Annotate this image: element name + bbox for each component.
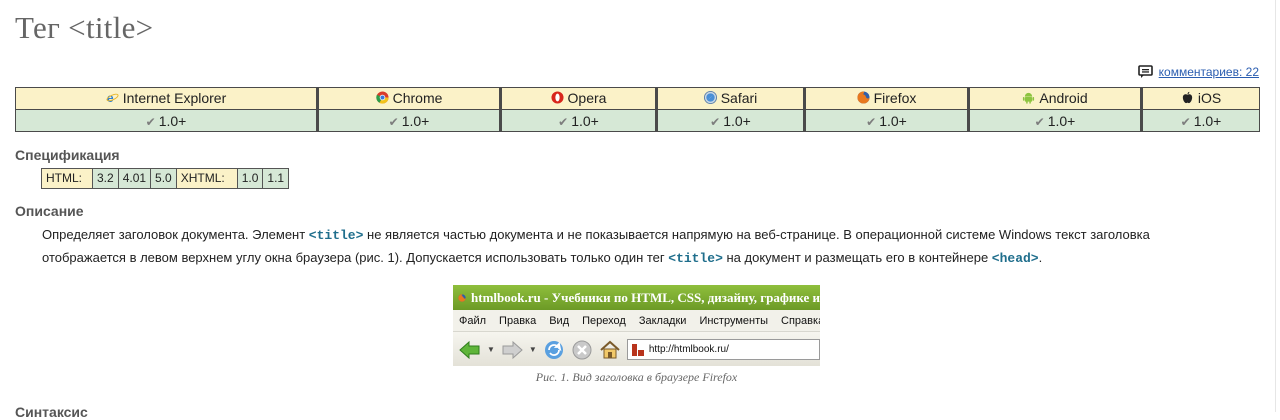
address-url: http://htmlbook.ru/ bbox=[648, 344, 729, 355]
check-icon: ✔ bbox=[388, 114, 399, 129]
spec-table: HTML: 3.2 4.01 5.0 XHTML: 1.0 1.1 bbox=[41, 168, 290, 189]
description-text: Определяет заголовок документа. Элемент bbox=[42, 227, 309, 242]
browser-name: Opera bbox=[567, 89, 607, 106]
firefox-icon bbox=[458, 293, 466, 302]
browser-name: Chrome bbox=[392, 89, 443, 106]
check-icon: ✔ bbox=[1034, 114, 1045, 129]
version-text: 1.0+ bbox=[401, 112, 430, 129]
browser-name: iOS bbox=[1197, 89, 1222, 106]
version-cell: ✔ 1.0+ bbox=[1141, 110, 1260, 132]
browser-cell-android: Android bbox=[968, 87, 1141, 110]
internet-explorer-icon: e bbox=[106, 91, 119, 104]
code-head-tag: <head> bbox=[991, 251, 1039, 266]
browser-cell-ios: iOS bbox=[1141, 87, 1260, 110]
check-icon: ✔ bbox=[1180, 114, 1191, 129]
version-text: 1.0+ bbox=[879, 112, 907, 129]
browser-name: Internet Explorer bbox=[122, 89, 227, 106]
menu-tools: Инструменты bbox=[699, 314, 769, 327]
description-heading: Описание bbox=[15, 203, 84, 219]
browser-name: Android bbox=[1039, 89, 1088, 106]
version-text: 1.0+ bbox=[1047, 112, 1076, 129]
apple-icon bbox=[1182, 92, 1192, 104]
page-title: Тег <title> bbox=[15, 10, 154, 45]
code-title-tag: <title> bbox=[308, 228, 364, 243]
figure-caption: Рис. 1. Вид заголовка в браузере Firefox bbox=[535, 370, 738, 384]
spec-xhtml-version: 1.1 bbox=[262, 168, 290, 189]
version-text: 1.0+ bbox=[723, 112, 751, 129]
description-text: на документ и размещать его в контейнере bbox=[722, 250, 992, 265]
browser-version-row: ✔ 1.0+ ✔ 1.0+ ✔ 1.0+ ✔ 1.0+ ✔ 1.0+ ✔ 1.0+ ✔ 1.0… bbox=[15, 110, 1260, 132]
spec-html-version: 3.2 bbox=[92, 168, 119, 189]
firefox-toolbar: ▼ ▼ http://htmlbook.ru/ bbox=[453, 332, 820, 366]
right-border-line bbox=[1275, 0, 1276, 412]
browser-name-row: e Internet Explorer Chrome Opera Safari … bbox=[15, 87, 1260, 110]
version-cell: ✔ 1.0+ bbox=[500, 110, 656, 132]
check-icon: ✔ bbox=[558, 114, 569, 129]
site-favicon bbox=[631, 343, 644, 356]
version-cell: ✔ 1.0+ bbox=[317, 110, 500, 132]
browser-name: Safari bbox=[720, 89, 758, 106]
browser-support-table: e Internet Explorer Chrome Opera Safari … bbox=[15, 87, 1260, 132]
version-text: 1.0+ bbox=[158, 112, 187, 129]
comment-icon bbox=[1137, 65, 1153, 78]
address-bar: http://htmlbook.ru/ bbox=[626, 339, 820, 360]
back-arrow-icon bbox=[459, 339, 481, 361]
comments-link-group[interactable]: комментариев: 22 bbox=[1137, 65, 1259, 79]
reload-icon bbox=[543, 339, 565, 361]
spec-xhtml-label: XHTML: bbox=[175, 168, 238, 189]
chrome-icon bbox=[375, 91, 389, 104]
browser-cell-opera: Opera bbox=[500, 87, 656, 110]
dropdown-arrow-icon: ▼ bbox=[487, 345, 495, 354]
browser-name: Firefox bbox=[873, 89, 917, 106]
firefox-title-bar: htmlbook.ru - Учебники по HTML, CSS, диз… bbox=[453, 285, 820, 310]
browser-cell-internet-explorer: e Internet Explorer bbox=[15, 87, 317, 110]
dropdown-arrow-icon: ▼ bbox=[528, 345, 537, 354]
firefox-screenshot-figure: htmlbook.ru - Учебники по HTML, CSS, диз… bbox=[453, 285, 820, 366]
stop-icon bbox=[571, 339, 593, 361]
home-icon bbox=[599, 339, 621, 361]
spec-html-version: 5.0 bbox=[150, 168, 177, 189]
browser-cell-firefox: Firefox bbox=[804, 87, 968, 110]
browser-cell-chrome: Chrome bbox=[317, 87, 500, 110]
check-icon: ✔ bbox=[710, 114, 721, 129]
menu-help: Справка bbox=[781, 314, 820, 327]
description-text: . bbox=[1038, 250, 1043, 265]
spec-heading: Спецификация bbox=[15, 147, 120, 163]
spec-xhtml-version: 1.0 bbox=[236, 168, 264, 189]
forward-arrow-icon bbox=[501, 339, 523, 361]
code-title-tag: <title> bbox=[668, 251, 723, 266]
spec-html-label: HTML: bbox=[41, 168, 93, 189]
firefox-icon bbox=[857, 91, 870, 104]
version-cell: ✔ 1.0+ bbox=[968, 110, 1141, 132]
menu-view: Вид bbox=[549, 314, 570, 327]
comments-link[interactable]: комментариев: 22 bbox=[1159, 65, 1259, 79]
firefox-menu-bar: Файл Правка Вид Переход Закладки Инструм… bbox=[453, 310, 820, 332]
spec-html-version: 4.01 bbox=[117, 168, 152, 189]
version-cell: ✔ 1.0+ bbox=[656, 110, 804, 132]
menu-file: Файл bbox=[459, 314, 487, 327]
menu-bookmarks: Закладки bbox=[638, 314, 687, 327]
check-icon: ✔ bbox=[145, 114, 156, 129]
menu-edit: Правка bbox=[499, 314, 537, 327]
syntax-heading: Синтаксис bbox=[15, 404, 88, 420]
menu-go: Переход bbox=[582, 314, 626, 327]
check-icon: ✔ bbox=[866, 114, 877, 129]
safari-icon bbox=[703, 91, 717, 105]
android-icon bbox=[1023, 93, 1035, 104]
opera-icon bbox=[550, 91, 564, 104]
version-cell: ✔ 1.0+ bbox=[15, 110, 317, 132]
version-cell: ✔ 1.0+ bbox=[804, 110, 968, 132]
version-text: 1.0+ bbox=[571, 112, 599, 129]
version-text: 1.0+ bbox=[1193, 112, 1222, 129]
firefox-window-title: htmlbook.ru - Учебники по HTML, CSS, диз… bbox=[471, 289, 820, 305]
browser-cell-safari: Safari bbox=[656, 87, 804, 110]
description-paragraph: Определяет заголовок документа. Элемент … bbox=[42, 224, 1212, 270]
